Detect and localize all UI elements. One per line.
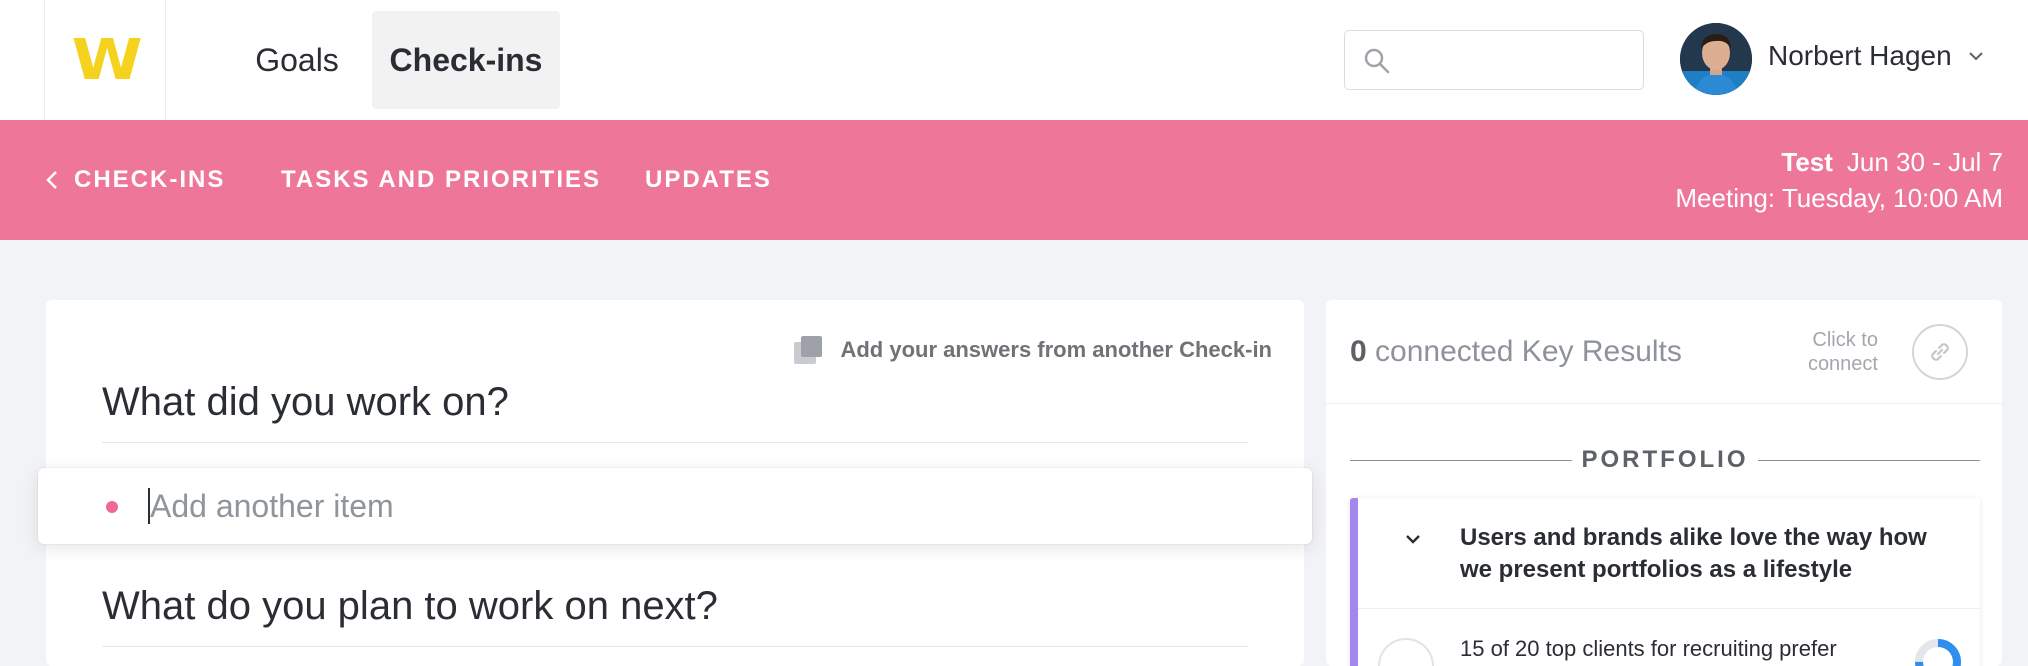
connected-label: connected Key Results xyxy=(1375,335,1682,368)
check-in-meta: Test Jun 30 - Jul 7 Meeting: Tuesday, 10:… xyxy=(1675,144,2003,216)
add-item-input[interactable] xyxy=(150,482,1250,530)
portfolio-section-header: PORTFOLIO xyxy=(1350,442,1980,482)
logo-home-link[interactable]: W xyxy=(44,0,166,120)
user-avatar[interactable] xyxy=(1680,23,1752,95)
add-item-row[interactable] xyxy=(38,468,1312,544)
progress-ring-icon xyxy=(1915,639,1961,666)
add-answers-from-another-check-in-button[interactable]: Add your answers from another Check-in xyxy=(792,334,1272,366)
app-logo: W xyxy=(71,27,143,93)
bullet-icon xyxy=(106,501,118,513)
key-results-header: 0 connected Key Results Click to connect xyxy=(1326,300,2002,404)
nav-tab-goals[interactable]: Goals xyxy=(236,11,358,109)
updates-tab[interactable]: UPDATES xyxy=(645,166,772,194)
key-result-text[interactable]: 15 of 20 top clients for recruiting pref… xyxy=(1460,636,1900,662)
divider xyxy=(102,646,1248,647)
divider xyxy=(1358,608,1980,609)
back-to-check-ins-link[interactable]: CHECK-INS xyxy=(46,166,225,194)
check-in-name: Test xyxy=(1781,147,1833,177)
add-answers-label: Add your answers from another Check-in xyxy=(840,337,1272,362)
chevron-down-icon[interactable] xyxy=(1968,50,1984,62)
divider xyxy=(1758,460,1980,461)
connected-key-results-title: 0 connected Key Results xyxy=(1350,335,1682,369)
click-to-connect-label[interactable]: Click to connect xyxy=(1788,328,1878,376)
connect-key-results-button[interactable] xyxy=(1912,324,1968,380)
search-icon xyxy=(1364,48,1390,74)
user-name[interactable]: Norbert Hagen xyxy=(1768,40,1952,72)
check-in-subnav-bar: CHECK-INS TASKS AND PRIORITIES UPDATES T… xyxy=(0,120,2028,240)
goal-title[interactable]: Users and brands alike love the way how … xyxy=(1460,522,1960,586)
back-label: CHECK-INS xyxy=(74,166,226,193)
chevron-left-icon xyxy=(46,171,57,189)
connected-count: 0 xyxy=(1350,335,1367,368)
link-icon[interactable] xyxy=(1378,638,1434,666)
question-what-did-you-work-on: What did you work on? xyxy=(102,380,509,424)
search-input[interactable] xyxy=(1401,41,1631,79)
link-icon xyxy=(1931,343,1949,361)
divider xyxy=(102,442,1248,443)
meeting-time: Meeting: Tuesday, 10:00 AM xyxy=(1675,183,2003,213)
key-results-panel: 0 connected Key Results Click to connect… xyxy=(1326,300,2002,666)
question-what-next: What do you plan to work on next? xyxy=(102,584,718,628)
goal-card[interactable]: Users and brands alike love the way how … xyxy=(1350,498,1980,666)
tasks-and-priorities-tab[interactable]: TASKS AND PRIORITIES xyxy=(281,166,601,194)
search-box[interactable] xyxy=(1344,30,1644,90)
check-in-date-range: Jun 30 - Jul 7 xyxy=(1846,147,2003,177)
nav-tab-check-ins[interactable]: Check-ins xyxy=(372,11,560,109)
copy-icon xyxy=(794,336,823,364)
top-navigation-bar: W Goals Check-ins Norbert Hagen xyxy=(0,0,2028,120)
chevron-down-icon[interactable] xyxy=(1404,532,1422,546)
